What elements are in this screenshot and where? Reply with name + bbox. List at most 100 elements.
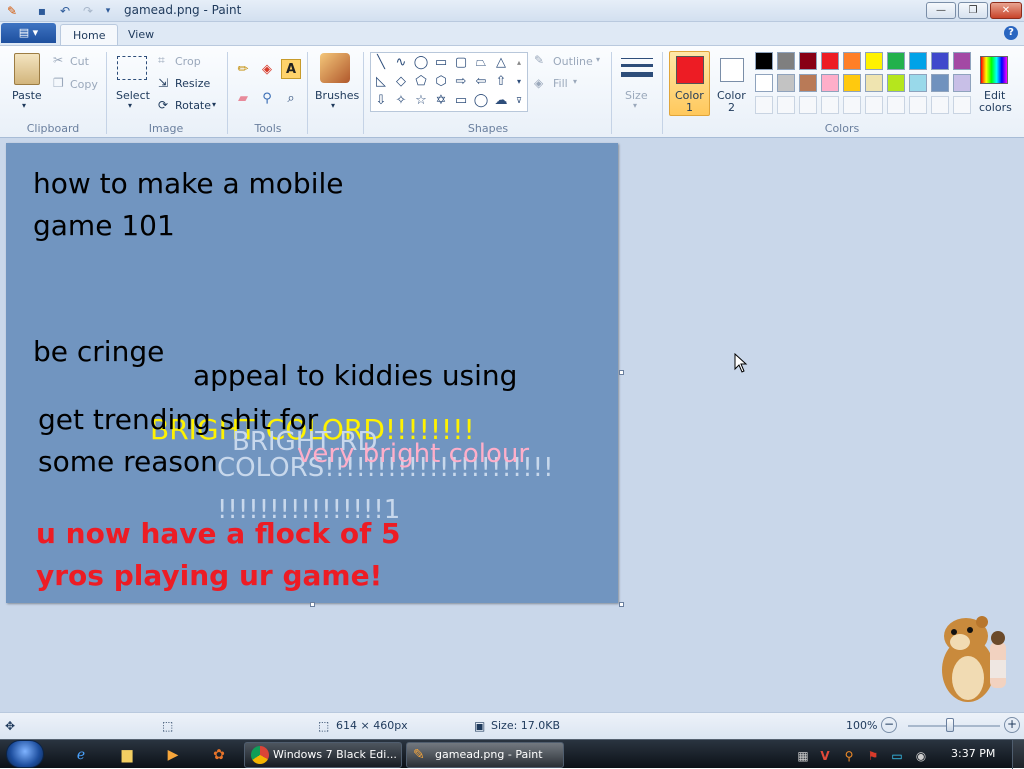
select-button[interactable]: Select — [116, 89, 150, 102]
triangle-shape-icon[interactable]: △ — [492, 54, 510, 72]
up-arrow-shape-icon[interactable]: ⇧ — [492, 73, 510, 91]
close-button[interactable]: ✕ — [990, 2, 1022, 19]
palette-swatch[interactable] — [865, 52, 883, 70]
custom-color-slot[interactable] — [865, 96, 883, 114]
palette-swatch[interactable] — [821, 74, 839, 92]
task-chrome[interactable]: Windows 7 Black Edi... — [244, 742, 402, 768]
maximize-button[interactable]: ❐ — [958, 2, 988, 19]
save-icon[interactable]: ▪ — [34, 3, 50, 19]
rounded-rectangle-shape-icon[interactable]: ▢ — [452, 54, 470, 72]
palette-swatch[interactable] — [909, 74, 927, 92]
internet-explorer-icon[interactable]: ℯ — [70, 744, 92, 766]
palette-swatch[interactable] — [865, 74, 883, 92]
pentagon-shape-icon[interactable]: ⬠ — [412, 73, 430, 91]
canvas-resize-handle-bottom[interactable] — [310, 602, 315, 607]
resize-button[interactable]: Resize — [175, 77, 210, 90]
six-point-star-shape-icon[interactable]: ✡ — [432, 92, 450, 110]
size-dropdown-icon[interactable]: ▾ — [633, 101, 637, 110]
line-shape-icon[interactable]: ╲ — [372, 54, 390, 72]
custom-color-slot[interactable] — [777, 96, 795, 114]
oval-callout-shape-icon[interactable]: ◯ — [472, 92, 490, 110]
zoom-in-icon[interactable]: + — [1004, 717, 1020, 733]
redo-icon[interactable]: ↷ — [80, 3, 96, 19]
rectangle-shape-icon[interactable]: ▭ — [432, 54, 450, 72]
brushes-button[interactable]: Brushes — [315, 89, 359, 102]
fill-button[interactable]: Fill — [553, 77, 568, 90]
copy-button[interactable]: Copy — [70, 78, 98, 91]
color1-swatch[interactable] — [676, 56, 704, 84]
size-icon[interactable] — [621, 56, 653, 82]
zoom-slider[interactable] — [908, 725, 1000, 727]
zoom-out-icon[interactable]: − — [881, 717, 897, 733]
down-arrow-shape-icon[interactable]: ⇩ — [372, 92, 390, 110]
brushes-dropdown-icon[interactable]: ▾ — [331, 101, 335, 110]
tab-view[interactable]: View — [116, 24, 166, 46]
custom-color-slot[interactable] — [931, 96, 949, 114]
polygon-shape-icon[interactable]: ⏢ — [472, 54, 490, 72]
custom-color-slot[interactable] — [755, 96, 773, 114]
custom-color-slot[interactable] — [799, 96, 817, 114]
curve-shape-icon[interactable]: ∿ — [392, 54, 410, 72]
shapes-expand-icon[interactable]: ⊽ — [512, 92, 526, 110]
palette-swatch[interactable] — [799, 52, 817, 70]
paste-icon[interactable] — [14, 53, 40, 85]
custom-color-slot[interactable] — [887, 96, 905, 114]
paint-app-icon[interactable]: ✎ — [4, 3, 20, 19]
palette-swatch[interactable] — [843, 52, 861, 70]
color2-swatch[interactable] — [720, 58, 744, 82]
custom-color-slot[interactable] — [843, 96, 861, 114]
media-player-icon[interactable]: ▶ — [162, 744, 184, 766]
palette-swatch[interactable] — [953, 74, 971, 92]
right-arrow-shape-icon[interactable]: ⇨ — [452, 73, 470, 91]
text-tool-icon[interactable]: A — [281, 59, 301, 79]
rotate-button[interactable]: Rotate — [175, 99, 211, 112]
rotate-dropdown-icon[interactable]: ▾ — [212, 100, 216, 109]
minimize-button[interactable]: — — [926, 2, 956, 19]
palette-swatch[interactable] — [777, 74, 795, 92]
paint-menu-button[interactable]: ▤ ▾ — [1, 23, 56, 43]
zoom-slider-thumb[interactable] — [946, 718, 954, 732]
windows-explorer-icon[interactable]: ▆ — [116, 744, 138, 766]
eraser-icon[interactable]: ▰ — [233, 88, 253, 108]
shapes-scroll-up-icon[interactable]: ▴ — [512, 54, 526, 72]
palette-swatch[interactable] — [931, 52, 949, 70]
canvas-resize-handle-corner[interactable] — [619, 602, 624, 607]
tray-antivirus-icon[interactable]: V — [814, 745, 836, 767]
outline-button[interactable]: Outline — [553, 55, 593, 68]
shapes-scroll-down-icon[interactable]: ▾ — [512, 73, 526, 91]
custom-color-slot[interactable] — [953, 96, 971, 114]
palette-swatch[interactable] — [755, 52, 773, 70]
show-desktop-button[interactable] — [1012, 740, 1024, 769]
magnifier-icon[interactable]: ⌕ — [281, 88, 301, 108]
palette-swatch[interactable] — [799, 74, 817, 92]
undo-icon[interactable]: ↶ — [57, 3, 73, 19]
drawing-canvas[interactable]: how to make a mobile game 101 be cringe … — [6, 143, 618, 603]
custom-color-slot[interactable] — [909, 96, 927, 114]
hexagon-shape-icon[interactable]: ⬡ — [432, 73, 450, 91]
taskbar-clock[interactable]: 3:37 PM — [951, 747, 995, 760]
paint-pinned-icon[interactable]: ✿ — [208, 744, 230, 766]
edit-colors-button-line2[interactable]: colors — [979, 101, 1012, 114]
color-picker-icon[interactable]: ⚲ — [257, 88, 277, 108]
palette-swatch[interactable] — [931, 74, 949, 92]
paste-dropdown-icon[interactable]: ▾ — [22, 101, 26, 110]
outline-dropdown-icon[interactable]: ▾ — [596, 55, 600, 64]
cut-button[interactable]: Cut — [70, 55, 89, 68]
palette-swatch[interactable] — [843, 74, 861, 92]
palette-swatch[interactable] — [953, 52, 971, 70]
palette-swatch[interactable] — [909, 52, 927, 70]
canvas-resize-handle-right[interactable] — [619, 370, 624, 375]
four-point-star-shape-icon[interactable]: ✧ — [392, 92, 410, 110]
tray-volume-icon[interactable]: ◉ — [910, 745, 932, 767]
palette-swatch[interactable] — [887, 52, 905, 70]
start-button[interactable] — [6, 740, 44, 768]
task-paint[interactable]: ✎ gamead.png - Paint — [406, 742, 564, 768]
diamond-shape-icon[interactable]: ◇ — [392, 73, 410, 91]
crop-button[interactable]: Crop — [175, 55, 201, 68]
left-arrow-shape-icon[interactable]: ⇦ — [472, 73, 490, 91]
edit-colors-icon[interactable] — [980, 56, 1008, 84]
select-icon[interactable] — [117, 56, 147, 80]
tray-search-icon[interactable]: ⚲ — [838, 745, 860, 767]
oval-shape-icon[interactable]: ◯ — [412, 54, 430, 72]
select-dropdown-icon[interactable]: ▾ — [128, 101, 132, 110]
